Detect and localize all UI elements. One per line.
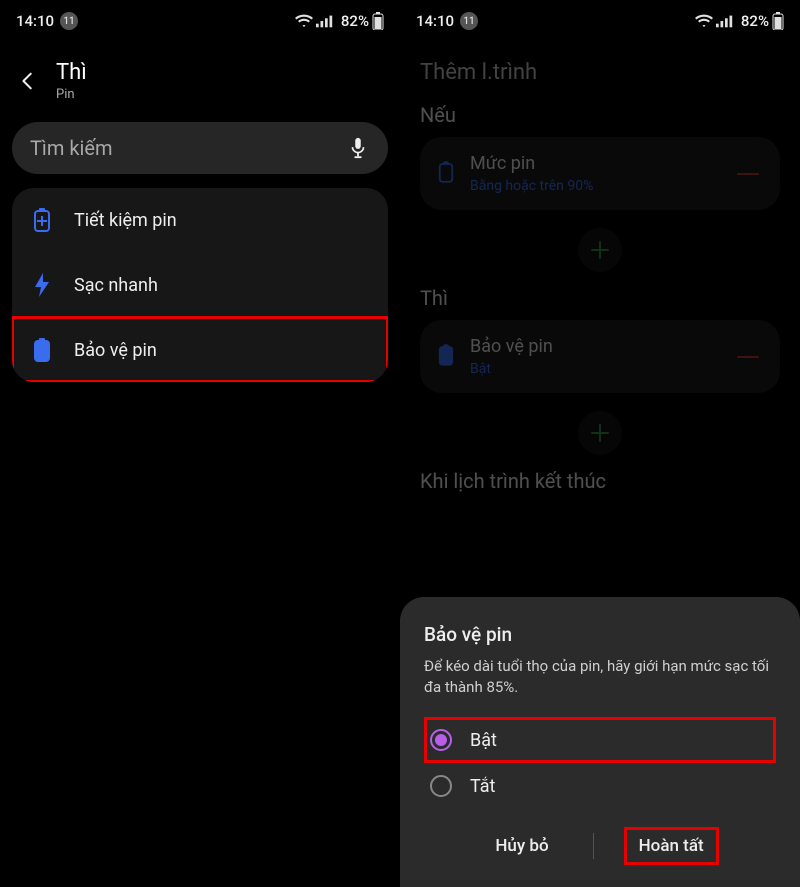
back-button[interactable] xyxy=(16,69,40,93)
page-subtitle: Pin xyxy=(56,87,87,102)
page-title: Thì xyxy=(56,60,87,85)
then-card-label: Bảo vệ pin xyxy=(470,336,718,357)
signal-icon xyxy=(716,14,734,28)
list-item-battery-saver[interactable]: Tiết kiệm pin xyxy=(12,188,388,252)
radio-option-on[interactable]: Bật xyxy=(424,717,776,763)
notification-count-badge: 11 xyxy=(460,12,478,30)
battery-saver-icon xyxy=(30,208,54,232)
page-header: Thì Pin xyxy=(0,42,400,114)
add-action-button[interactable] xyxy=(578,411,622,455)
if-card-label: Mức pin xyxy=(470,153,718,174)
section-then-label: Thì xyxy=(420,286,780,310)
status-bar: 14:10 11 82% xyxy=(400,0,800,42)
battery-icon xyxy=(372,12,384,30)
dialog-description: Để kéo dài tuổi thọ của pin, hãy giới hạ… xyxy=(424,656,776,700)
status-time: 14:10 xyxy=(16,12,54,30)
list-item-label: Sạc nhanh xyxy=(74,275,158,296)
then-action-card[interactable]: Bảo vệ pin Bật xyxy=(420,320,780,393)
cancel-button[interactable]: Hủy bỏ xyxy=(481,828,562,864)
status-right-icons: 82% xyxy=(295,12,384,30)
dialog-actions: Hủy bỏ Hoàn tất xyxy=(424,827,776,865)
status-right-icons: 82% xyxy=(695,12,784,30)
section-if-label: Nếu xyxy=(420,103,780,127)
status-bar: 14:10 11 82% xyxy=(0,0,400,42)
chevron-left-icon xyxy=(17,70,39,92)
if-condition-card[interactable]: Mức pin Bằng hoặc trên 90% xyxy=(420,137,780,210)
battery-protect-icon xyxy=(30,338,54,362)
options-list: Tiết kiệm pin Sạc nhanh Bảo vệ pin xyxy=(12,188,388,382)
list-item-label: Tiết kiệm pin xyxy=(74,210,177,231)
left-screenshot: 14:10 11 82% Thì Pin Tìm kiếm xyxy=(0,0,400,887)
minus-icon xyxy=(737,173,759,175)
search-placeholder: Tìm kiếm xyxy=(30,136,348,160)
minus-icon xyxy=(737,356,759,358)
page-title: Thêm l.trình xyxy=(420,60,780,85)
notification-count-badge: 11 xyxy=(60,12,78,30)
add-condition-button[interactable] xyxy=(578,228,622,272)
wifi-icon xyxy=(295,14,313,28)
done-button[interactable]: Hoàn tất xyxy=(624,827,719,865)
list-item-fast-charge[interactable]: Sạc nhanh xyxy=(12,252,388,317)
status-time: 14:10 xyxy=(416,12,454,30)
remove-condition-button[interactable] xyxy=(734,160,762,188)
dialog-title: Bảo vệ pin xyxy=(424,623,776,646)
list-item-battery-protect[interactable]: Bảo vệ pin xyxy=(12,317,388,382)
battery-percent: 82% xyxy=(741,12,769,30)
right-screenshot: 14:10 11 82% Thêm l.trình Nếu Mức pin Bằ… xyxy=(400,0,800,887)
section-end-label: Khi lịch trình kết thúc xyxy=(420,469,780,493)
routine-editor: Thêm l.trình Nếu Mức pin Bằng hoặc trên … xyxy=(400,42,800,493)
radio-label: Bật xyxy=(470,730,497,751)
battery-protect-dialog: Bảo vệ pin Để kéo dài tuổi thọ của pin, … xyxy=(400,597,800,887)
radio-icon-unselected xyxy=(430,775,452,797)
battery-percent: 82% xyxy=(341,12,369,30)
battery-level-icon xyxy=(438,161,454,187)
then-card-sub: Bật xyxy=(470,361,718,377)
list-item-label: Bảo vệ pin xyxy=(74,340,157,361)
mic-icon[interactable] xyxy=(348,137,370,159)
signal-icon xyxy=(316,14,334,28)
radio-icon-selected xyxy=(430,729,452,751)
plus-icon xyxy=(589,422,611,444)
battery-icon xyxy=(772,12,784,30)
search-input[interactable]: Tìm kiếm xyxy=(12,122,388,174)
bolt-icon xyxy=(30,273,54,297)
if-card-sub: Bằng hoặc trên 90% xyxy=(470,178,718,194)
plus-icon xyxy=(589,239,611,261)
wifi-icon xyxy=(695,14,713,28)
remove-action-button[interactable] xyxy=(734,343,762,371)
battery-protect-icon xyxy=(438,344,454,370)
radio-label: Tắt xyxy=(470,776,495,797)
radio-option-off[interactable]: Tắt xyxy=(424,763,776,809)
action-separator xyxy=(593,833,594,859)
